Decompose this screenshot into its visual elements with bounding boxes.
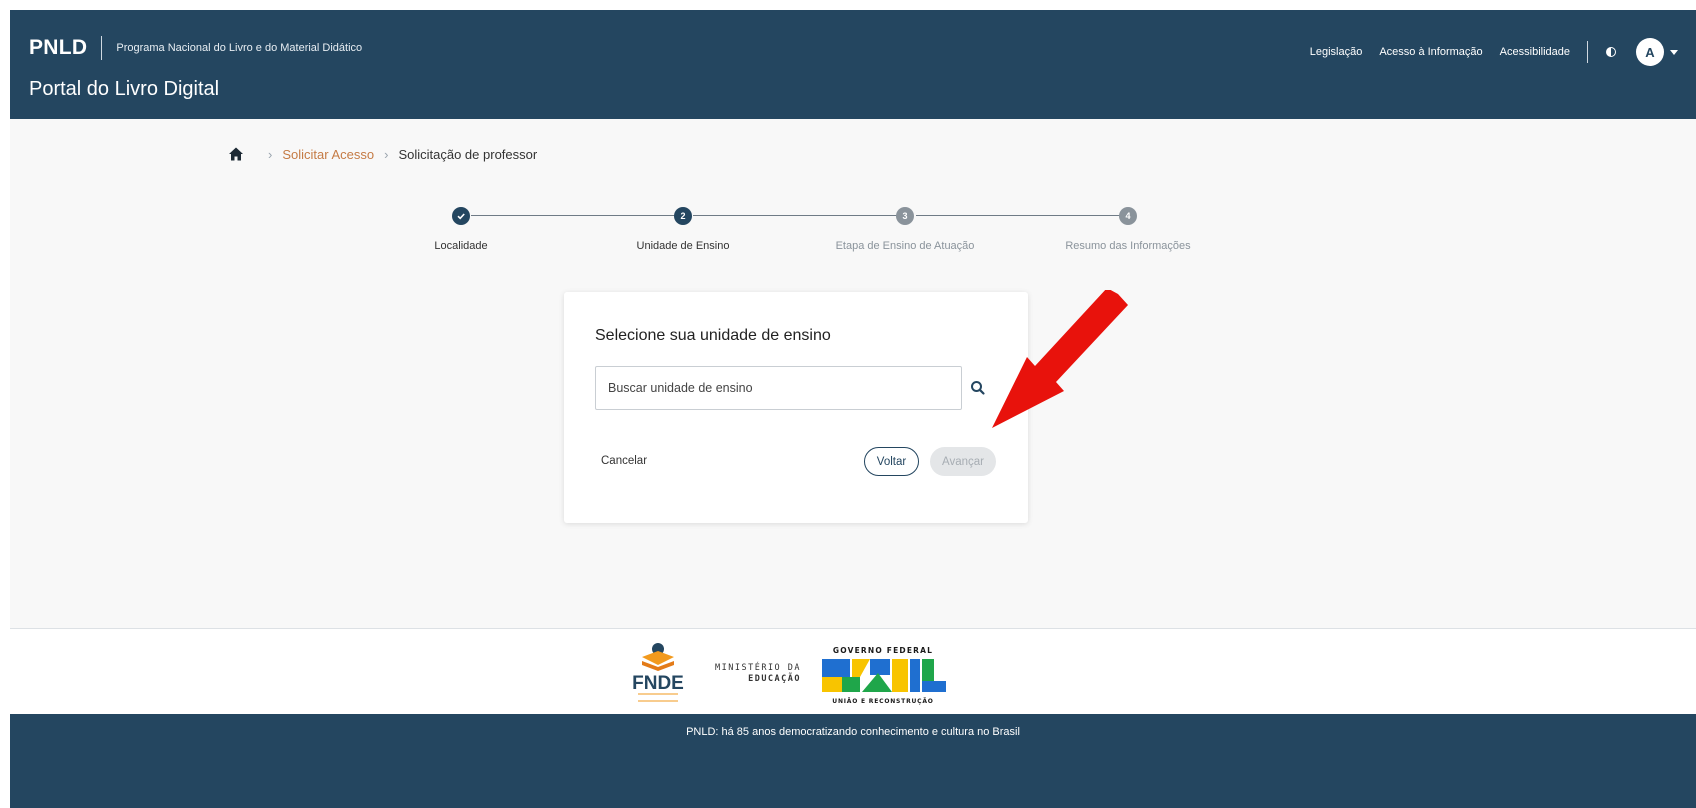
step-1-check-icon [452, 207, 470, 225]
step-1-label: Localidade [434, 240, 488, 252]
fnde-logo: FNDE [632, 643, 684, 702]
search-input[interactable] [596, 367, 961, 409]
top-header: PNLD Programa Nacional do Livro e do Mat… [10, 10, 1696, 119]
step-2-label: Unidade de Ensino [636, 240, 730, 252]
header-nav: Legislação Acesso à Informação Acessibil… [1293, 38, 1678, 66]
search-icon[interactable] [968, 378, 988, 398]
unit-selection-card: Selecione sua unidade de ensino Cancelar… [564, 292, 1028, 523]
step-connector [916, 215, 1128, 216]
pnld-logo[interactable]: PNLD [29, 36, 87, 60]
program-name: Programa Nacional do Livro e do Material… [116, 42, 363, 54]
footer-tagline: PNLD: há 85 anos democratizando conhecim… [686, 726, 1020, 738]
step-connector [471, 215, 683, 216]
acessibilidade-link[interactable]: Acessibilidade [1500, 46, 1570, 58]
back-button[interactable]: Voltar [864, 447, 919, 476]
fnde-wordmark: FNDE [632, 673, 684, 694]
step-4-indicator: 4 [1119, 207, 1137, 225]
check-icon [457, 213, 465, 220]
breadcrumb-solicitar-acesso[interactable]: Solicitar Acesso [282, 147, 374, 162]
step-4-label: Resumo das Informações [1065, 240, 1191, 252]
caret-down-icon[interactable] [1670, 49, 1678, 55]
home-icon[interactable] [228, 146, 244, 162]
brand: PNLD Programa Nacional do Livro e do Mat… [29, 36, 362, 60]
gov-top-text: GOVERNO FEDERAL [833, 646, 933, 655]
acesso-informacao-link[interactable]: Acesso à Informação [1379, 46, 1482, 58]
governo-federal-logo: GOVERNO FEDERAL UNIÃO E RECONSTRUÇÃO [822, 646, 946, 705]
portal-title: Portal do Livro Digital [29, 78, 220, 100]
ministry-line2: EDUCAÇÃO [748, 674, 802, 684]
step-connector [693, 215, 906, 216]
ministry-line1: MINISTÉRIO DA [715, 663, 802, 673]
card-title: Selecione sua unidade de ensino [595, 327, 831, 344]
breadcrumb-current: Solicitação de professor [398, 146, 538, 162]
cancel-button[interactable]: Cancelar [601, 455, 647, 467]
ministry-education-logo: MINISTÉRIO DA EDUCAÇÃO [715, 663, 801, 685]
step-3-label: Etapa de Ensino de Atuação [835, 240, 975, 252]
brand-divider [101, 36, 103, 60]
step-3-indicator: 3 [896, 207, 914, 225]
chevron-right-icon: › [268, 146, 273, 162]
legislacao-link[interactable]: Legislação [1310, 46, 1363, 58]
footer-logos: FNDE MINISTÉRIO DA EDUCAÇÃO GOVERNO FEDE… [10, 628, 1696, 714]
header-divider [1587, 41, 1588, 63]
chevron-right-icon: › [384, 146, 389, 162]
progress-stepper: 2 3 4 Localidade Unidade de Ensino Etapa… [10, 204, 1696, 264]
breadcrumb: › Solicitar Acesso › Solicitação de prof… [228, 146, 537, 162]
contrast-toggle-icon[interactable] [1606, 47, 1616, 57]
gov-bottom-text: UNIÃO E RECONSTRUÇÃO [832, 698, 933, 705]
search-field [595, 366, 962, 410]
app-frame: PNLD Programa Nacional do Livro e do Mat… [10, 10, 1696, 808]
step-2-indicator: 2 [674, 207, 692, 225]
user-avatar[interactable]: A [1636, 38, 1664, 66]
next-button[interactable]: Avançar [930, 447, 996, 476]
footer-bar: PNLD: há 85 anos democratizando conhecim… [10, 714, 1696, 808]
